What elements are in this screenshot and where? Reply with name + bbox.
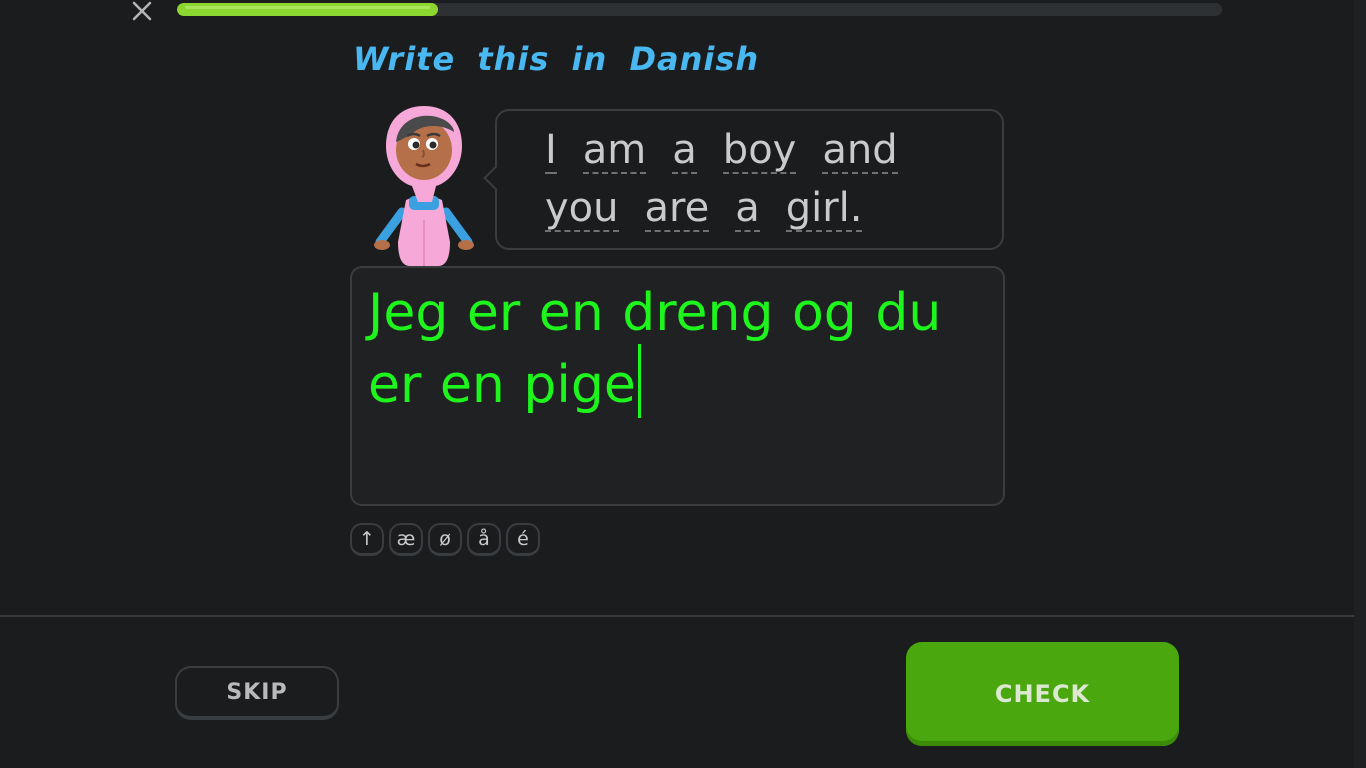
prompt-word[interactable]: and [822,128,898,174]
prompt-sentence: Iam a boy andyou are a girl. [545,121,985,237]
skip-button[interactable]: SKIP [175,666,339,720]
special-character-keys: ↑ æ ø å é [350,523,540,556]
exercise-instruction: Write this in Danish [353,40,760,78]
prompt-word[interactable]: girl. [785,186,863,232]
prompt-word[interactable]: are [644,186,710,232]
lesson-progress-fill [177,3,439,16]
char-key-e-acute[interactable]: é [506,523,540,556]
lesson-page: Write this in Danish Iam a boy andyou are a gi… [0,0,1366,768]
prompt-speech-bubble: Iam a boy andyou are a girl. [483,109,1004,250]
char-key-ae[interactable]: æ [389,523,423,556]
shift-key[interactable]: ↑ [350,523,384,556]
prompt-word[interactable]: I [545,128,557,174]
footer-divider [0,615,1354,617]
prompt-word[interactable]: a [735,186,760,232]
char-key-o-slash[interactable]: ø [428,523,462,556]
answer-input[interactable]: Jeg er en dreng og du er en pige [350,266,1005,506]
speech-bubble-tail [483,165,509,191]
close-button[interactable] [127,0,157,22]
close-icon [132,1,152,21]
character-avatar [374,106,474,266]
check-button[interactable]: CHECK [906,642,1179,746]
lesson-progress-bar [177,3,1222,16]
char-key-a-ring[interactable]: å [467,523,501,556]
answer-text: Jeg er en dreng og du er en pige [368,283,942,415]
text-caret [637,344,641,418]
prompt-word[interactable]: a [672,128,697,174]
prompt-word[interactable]: you [545,186,619,232]
prompt-word[interactable]: boy [722,128,797,174]
prompt-word[interactable]: am [582,128,647,174]
window-edge [1354,0,1366,768]
